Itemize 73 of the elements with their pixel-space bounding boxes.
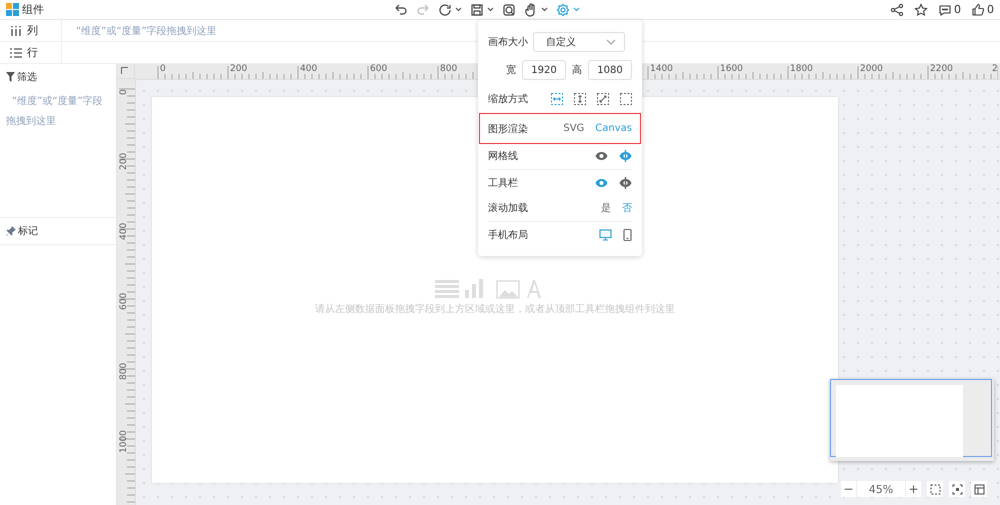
ruler-label: 200 (230, 64, 248, 74)
ruler-label: 2200 (930, 64, 953, 74)
save-icon[interactable] (470, 2, 484, 16)
ruler-label: 600 (119, 292, 129, 310)
share-button[interactable] (890, 2, 904, 16)
ruler-label: 600 (370, 64, 388, 74)
shelf-label: 行 (27, 45, 38, 60)
setting-label: 缩放方式 (488, 92, 528, 106)
setting-label: 滚动加载 (488, 202, 528, 215)
eye-off-icon[interactable] (619, 150, 632, 162)
drop-hint: “维度”或“度量”字段拖拽到这里 (6, 94, 104, 129)
setting-label: 工具栏 (488, 176, 518, 190)
preview-icon[interactable] (502, 2, 516, 16)
ruler-label: 200 (119, 152, 129, 170)
zoom-in-button[interactable]: + (905, 481, 921, 497)
eye-icon[interactable] (595, 150, 608, 162)
ruler-label: 1800 (790, 64, 813, 74)
pin-icon (6, 226, 16, 236)
ruler-label: 0 (119, 88, 129, 95)
setting-label: 手机布局 (488, 228, 528, 242)
setting-label: 画布大小 (488, 36, 528, 48)
fit-width-icon[interactable] (551, 92, 563, 104)
panel-title: 筛选 (17, 70, 37, 84)
ruler-label: 400 (300, 64, 318, 74)
width-input[interactable]: 1920 (522, 60, 566, 80)
eye-icon[interactable] (595, 176, 608, 188)
caret-icon[interactable] (541, 7, 548, 12)
setting-label: 图形渲染 (488, 122, 528, 136)
comment-button[interactable]: 0 (938, 2, 961, 16)
layout-icon[interactable] (971, 481, 987, 497)
star-button[interactable] (914, 2, 928, 16)
drop-hint: “维度”或“度量”字段拖拽到这里 (75, 24, 217, 38)
settings-icon[interactable] (556, 2, 570, 16)
none-icon[interactable] (620, 92, 632, 104)
canvas-size-select[interactable]: 自定义 (533, 32, 625, 52)
monitor-icon[interactable] (599, 228, 612, 240)
grid-logo-icon (6, 3, 19, 16)
fit-height-icon[interactable] (574, 92, 586, 104)
eye-off-icon[interactable] (619, 176, 632, 188)
width-label: 宽 (506, 64, 516, 77)
height-input[interactable]: 1080 (588, 60, 632, 80)
caret-icon[interactable] (455, 7, 462, 12)
rows-icon (10, 48, 22, 58)
ruler-label: 2 (992, 64, 998, 74)
ruler-label: 1000 (119, 430, 129, 453)
zoom-level: 45% (868, 482, 894, 496)
center-icon[interactable] (949, 481, 965, 497)
caret-icon[interactable] (487, 7, 494, 12)
ruler-label: 800 (119, 362, 129, 380)
fit-icon[interactable] (927, 481, 943, 497)
refresh-icon[interactable] (438, 2, 452, 16)
setting-label: 网格线 (488, 150, 518, 163)
ruler-label: 400 (119, 222, 129, 240)
columns-icon (10, 26, 22, 36)
ruler-label: 1400 (650, 64, 673, 74)
fit-all-icon[interactable] (597, 92, 609, 104)
phone-icon[interactable] (623, 228, 632, 240)
undo-icon[interactable] (394, 2, 408, 16)
option-toggle[interactable]: 是 (601, 201, 611, 215)
ruler-label: 1600 (720, 64, 743, 74)
height-label: 高 (572, 64, 582, 77)
zoom-out-button[interactable]: − (841, 481, 857, 497)
chevron-icon (606, 38, 616, 44)
filter-icon (6, 72, 15, 82)
app-title: 组件 (22, 2, 44, 17)
option-toggle[interactable]: SVG (563, 123, 584, 134)
ruler-label: 800 (440, 64, 458, 74)
shelf-label: 列 (27, 23, 38, 38)
ruler-label: 2000 (860, 64, 883, 74)
empty-canvas-hint: 请从左侧数据面板拖拽字段到上方区域或这里，或者从顶部工具栏拖拽组件到这里 (315, 302, 675, 316)
panel-title: 标记 (18, 224, 38, 238)
ruler-label: 0 (160, 64, 166, 74)
like-button[interactable]: 0 (971, 2, 994, 16)
